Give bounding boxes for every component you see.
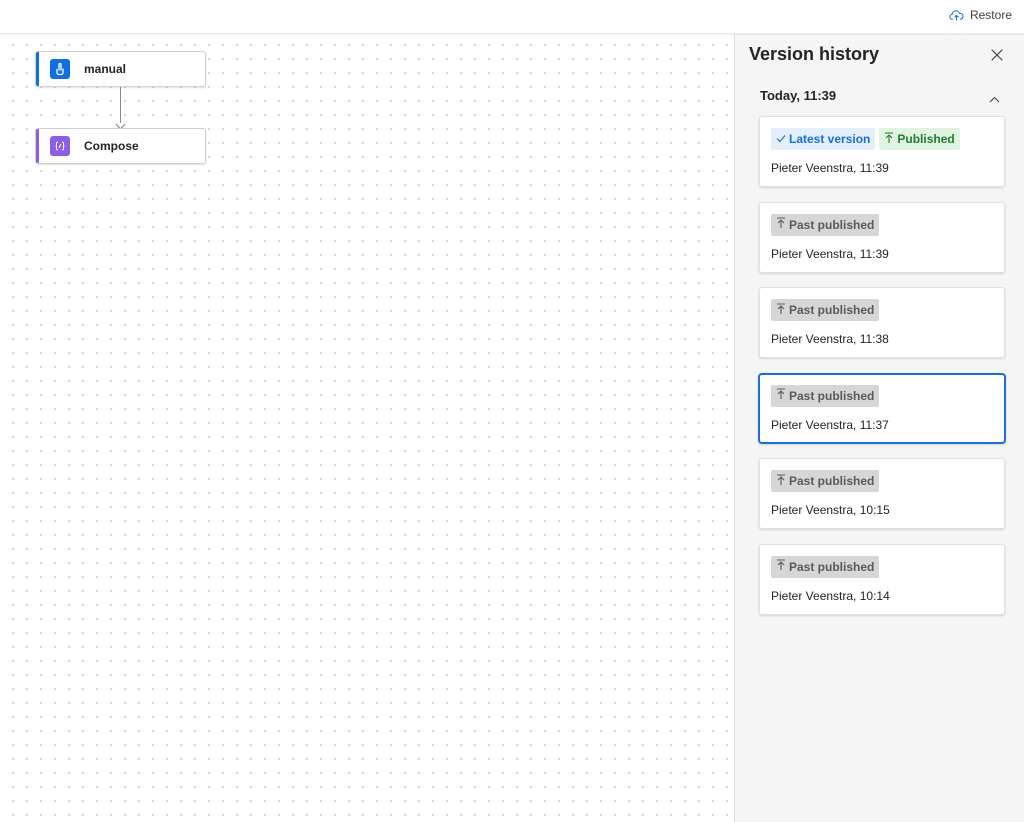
version-card[interactable]: Past published Pieter Veenstra, 11:38: [759, 287, 1005, 359]
publish-icon: [884, 131, 894, 147]
version-author-time: Pieter Veenstra, 11:39: [771, 246, 889, 261]
version-author-time: Pieter Veenstra, 10:14: [771, 588, 890, 603]
version-card[interactable]: Past published Pieter Veenstra, 10:14: [759, 543, 1005, 615]
publish-icon: [776, 303, 786, 318]
cloud-upload-icon: [949, 9, 964, 21]
top-toolbar: Restore: [0, 0, 1024, 34]
version-card[interactable]: Past published Pieter Veenstra, 10:15: [759, 458, 1005, 530]
checkmark-icon: [776, 132, 786, 146]
compose-icon: [50, 136, 70, 156]
version-card[interactable]: Past published Pieter Veenstra, 11:39: [759, 201, 1005, 273]
version-list: Latest version Published Pieter Veenstra…: [758, 116, 1006, 630]
node-label: Compose: [84, 139, 139, 153]
latest-version-badge: Latest version: [771, 128, 876, 150]
version-card[interactable]: Latest version Published Pieter Veenstra…: [759, 116, 1005, 187]
past-published-badge: Past published: [771, 213, 880, 236]
published-badge: Published: [879, 128, 960, 150]
badge-label: Past published: [789, 217, 875, 232]
chevron-up-icon[interactable]: [989, 90, 1000, 108]
badge-label: Past published: [789, 303, 875, 318]
node-accent-bar: [36, 129, 39, 163]
flow-node-manual[interactable]: manual: [35, 51, 206, 87]
close-icon[interactable]: [991, 48, 1003, 66]
publish-icon: [776, 474, 786, 489]
version-author-time: Pieter Veenstra, 11:38: [771, 332, 889, 347]
version-author-time: Pieter Veenstra, 10:15: [771, 503, 890, 518]
version-author-time: Pieter Veenstra, 11:37: [771, 417, 889, 432]
flow-node-compose[interactable]: Compose: [35, 128, 206, 164]
version-history-panel: Version history Today, 11:39 Latest vers…: [734, 34, 1024, 822]
version-author-time: Pieter Veenstra, 11:39: [771, 161, 889, 175]
node-accent-bar: [36, 52, 39, 86]
node-label: manual: [84, 62, 127, 76]
past-published-badge: Past published: [771, 384, 880, 407]
version-card-selected[interactable]: Past published Pieter Veenstra, 11:37: [758, 372, 1006, 444]
badge-label: Latest version: [789, 132, 871, 146]
past-published-badge: Past published: [771, 555, 880, 578]
badge-label: Past published: [789, 388, 875, 403]
publish-icon: [776, 388, 786, 403]
past-published-badge: Past published: [771, 299, 880, 322]
version-group-header[interactable]: Today, 11:39: [760, 88, 836, 103]
badge-label: Past published: [789, 559, 875, 574]
manual-trigger-icon: [50, 59, 70, 79]
publish-icon: [776, 217, 786, 232]
badge-label: Published: [897, 132, 955, 146]
badge-label: Past published: [789, 474, 875, 489]
panel-title: Version history: [749, 44, 880, 64]
past-published-badge: Past published: [771, 470, 880, 493]
restore-button[interactable]: Restore: [949, 8, 1012, 22]
publish-icon: [776, 559, 786, 574]
flow-canvas[interactable]: manual Compose: [0, 34, 734, 822]
restore-label: Restore: [969, 8, 1012, 22]
